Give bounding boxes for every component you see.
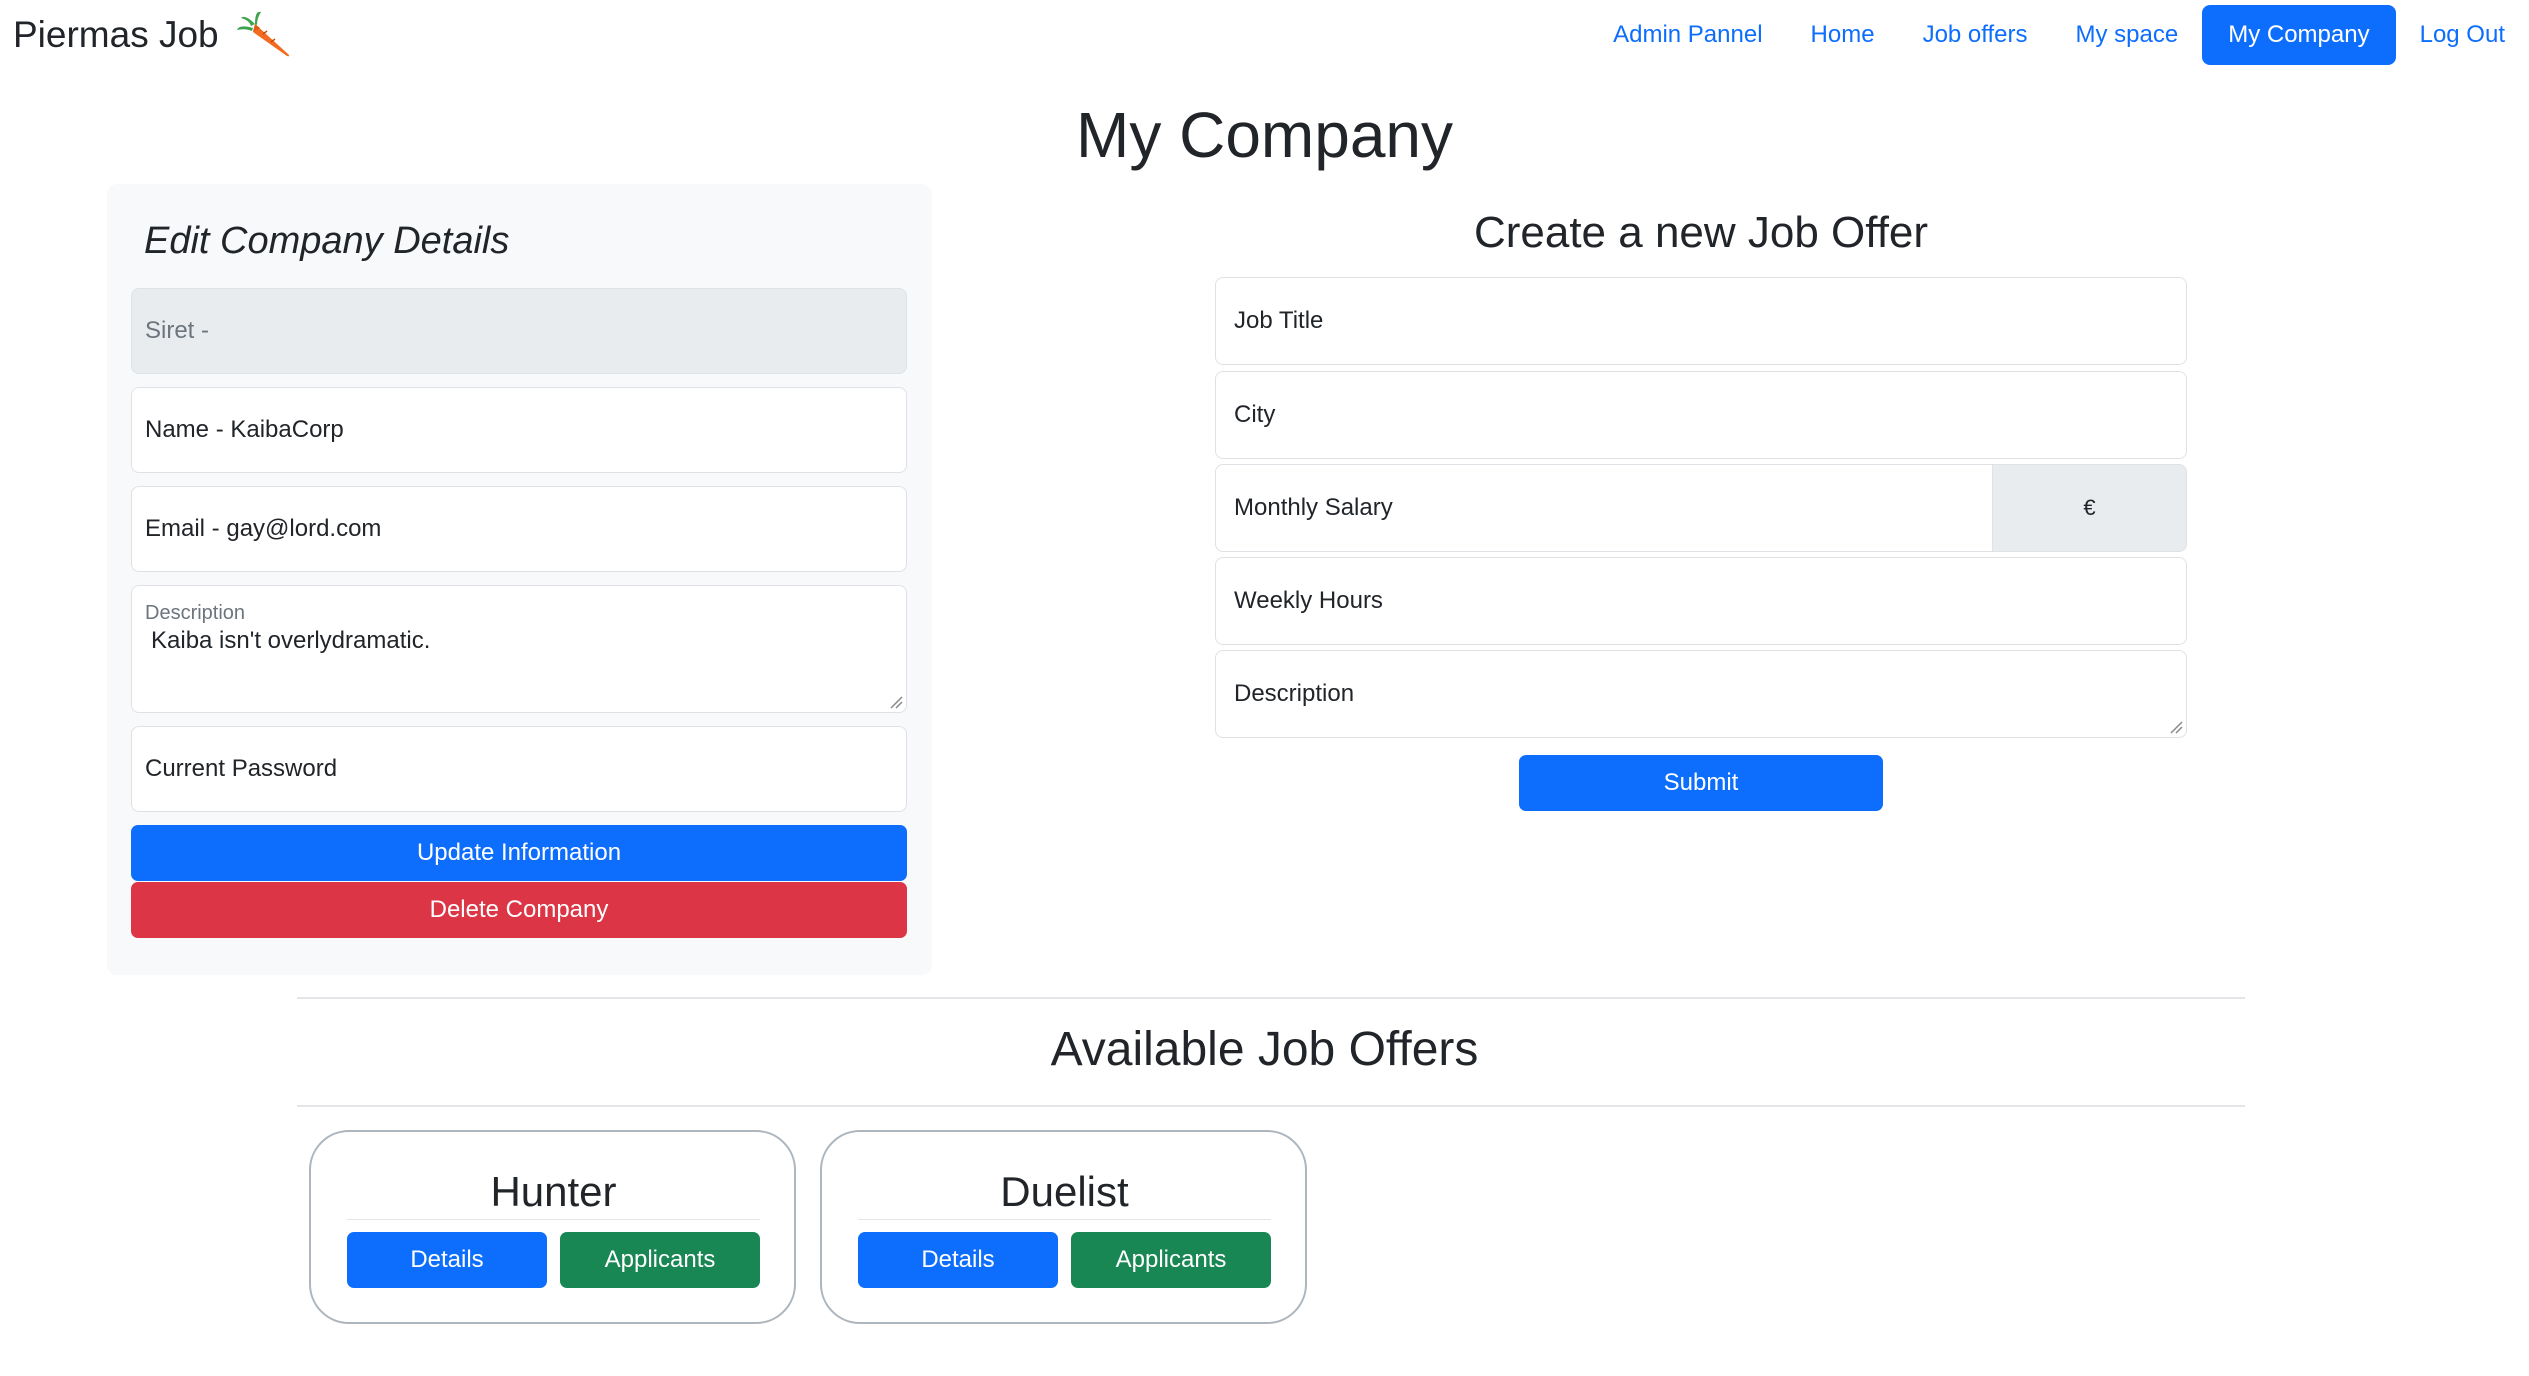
available-job-offers-title: Available Job Offers [1050, 1023, 1479, 1076]
delete-company-button[interactable]: Delete Company [131, 882, 907, 938]
nav-home[interactable]: Home [1787, 5, 1899, 65]
submit-button[interactable]: Submit [1519, 755, 1883, 811]
resize-handle-icon[interactable] [889, 695, 903, 709]
nav-job-offers[interactable]: Job offers [1899, 5, 2052, 65]
create-job-offer-title: Create a new Job Offer [1473, 208, 1929, 257]
brand-name: Piermas Job [13, 14, 219, 55]
company-name-field[interactable]: Name - KaibaCorp [131, 387, 907, 473]
company-description-field[interactable]: Description Kaiba isn't overlydramatic. [131, 585, 907, 713]
job-description-placeholder: Description [1234, 680, 1355, 707]
update-information-button[interactable]: Update Information [131, 825, 907, 881]
company-email-field[interactable]: Email - gay@lord.com [131, 486, 907, 572]
details-button[interactable]: Details [347, 1232, 547, 1288]
divider-bottom [297, 1105, 2245, 1107]
resize-handle-icon[interactable] [2169, 720, 2183, 734]
currency-addon: € [1993, 464, 2187, 552]
job-offer-card: Duelist Details Applicants [820, 1130, 1307, 1324]
applicants-button[interactable]: Applicants [560, 1232, 760, 1288]
description-value: Kaiba isn't overlydramatic. [151, 627, 431, 654]
nav-log-out[interactable]: Log Out [2396, 5, 2529, 65]
job-offer-card: Hunter Details Applicants [309, 1130, 796, 1324]
divider-top [297, 997, 2245, 999]
job-title-input[interactable]: Job Title [1215, 277, 2187, 365]
edit-company-title: Edit Company Details [144, 220, 510, 262]
monthly-salary-input[interactable]: Monthly Salary [1215, 464, 1993, 552]
edit-company-card: Edit Company Details Siret - Name - Kaib… [107, 184, 932, 975]
applicants-button[interactable]: Applicants [1071, 1232, 1271, 1288]
weekly-hours-input[interactable]: Weekly Hours [1215, 557, 2187, 645]
details-button[interactable]: Details [858, 1232, 1058, 1288]
page-title: My Company [1076, 99, 1453, 171]
description-label: Description [145, 602, 246, 624]
nav-my-company[interactable]: My Company [2202, 5, 2396, 65]
current-password-field[interactable]: Current Password [131, 726, 907, 812]
job-description-input[interactable]: Description [1215, 650, 2187, 738]
job-offer-title: Hunter [347, 1168, 760, 1220]
nav-admin-pannel[interactable]: Admin Pannel [1589, 5, 1786, 65]
city-input[interactable]: City [1215, 371, 2187, 459]
carrot-icon [236, 11, 289, 57]
brand[interactable]: Piermas Job [13, 10, 293, 60]
nav-links: Admin Pannel Home Job offers My space My… [1589, 5, 2529, 65]
job-offer-title: Duelist [858, 1168, 1271, 1220]
salary-input-group: Monthly Salary € [1215, 464, 2187, 552]
nav-my-space[interactable]: My space [2052, 5, 2203, 65]
navbar: Piermas Job Admin Pannel Home Job offers… [0, 0, 2529, 70]
siret-field: Siret - [131, 288, 907, 374]
